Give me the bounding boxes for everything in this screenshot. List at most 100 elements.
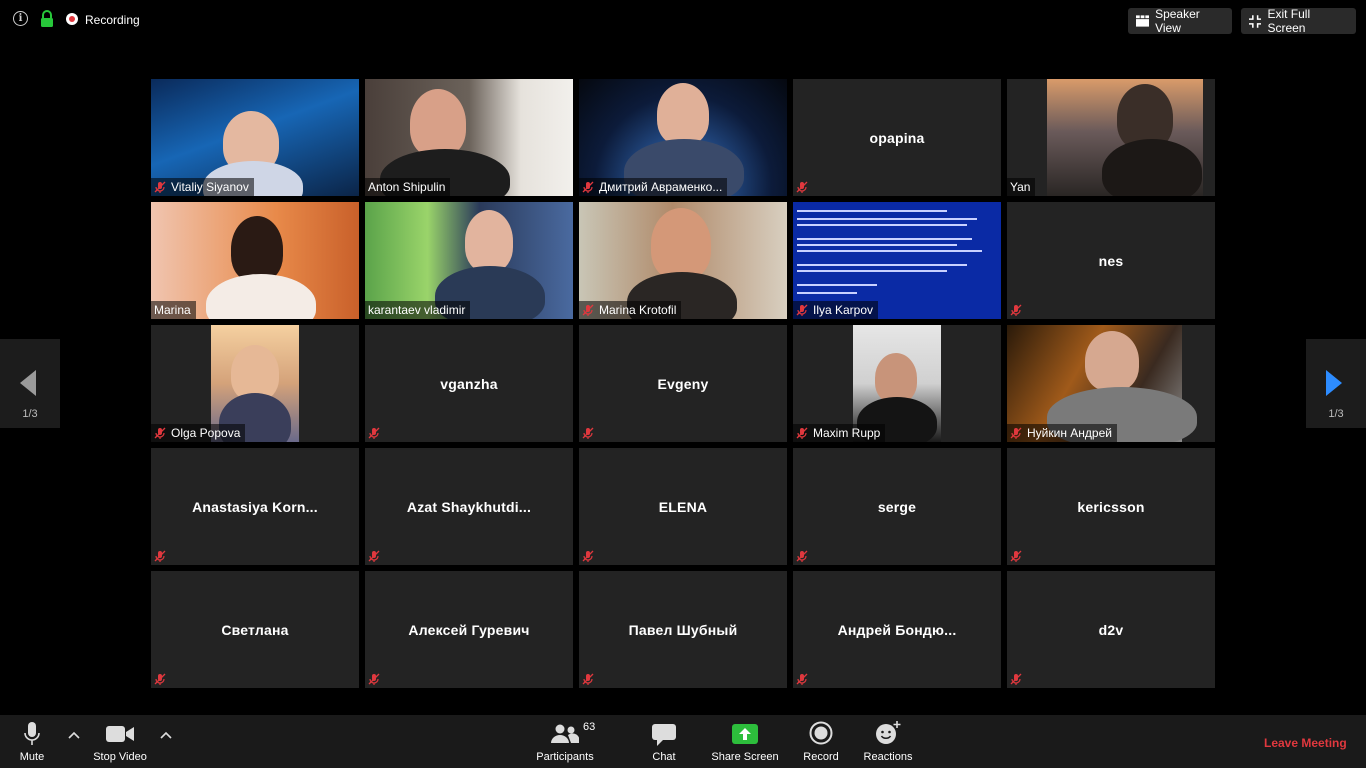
participants-label: Participants	[536, 751, 594, 763]
participant-tile[interactable]: Светлана	[151, 571, 359, 688]
mute-label: Mute	[19, 751, 45, 763]
reactions-button[interactable]: Reactions	[860, 715, 916, 768]
participant-name-label: Marina Krotofil	[579, 301, 682, 319]
participant-tile[interactable]: vganzha	[365, 325, 573, 442]
video-camera-icon	[106, 726, 134, 742]
exit-full-screen-button[interactable]: Exit Full Screen	[1241, 7, 1356, 35]
info-icon[interactable]: i	[13, 11, 28, 26]
muted-mic-icon	[796, 181, 808, 193]
participant-name: vganzha	[440, 375, 498, 392]
top-bar: i Recording Speaker View Exit Full Scree…	[0, 0, 1366, 40]
recording-icon	[66, 13, 78, 25]
muted-mic-icon	[154, 673, 166, 685]
previous-page-button[interactable]: 1/3	[0, 339, 60, 428]
participant-name: Azat Shaykhutdi...	[406, 498, 532, 515]
share-screen-button[interactable]: Share Screen	[708, 715, 782, 768]
participant-tile[interactable]: Андрей Бондю...	[793, 571, 1001, 688]
chevron-right-icon	[1326, 370, 1342, 396]
participant-name-label: Нуйкин Андрей	[1007, 424, 1117, 442]
participant-video	[1047, 79, 1203, 196]
muted-mic-icon	[582, 550, 594, 562]
participant-name-label: Olga Popova	[151, 424, 246, 442]
muted-mic-icon	[1010, 673, 1022, 685]
muted-mic-icon	[154, 550, 166, 562]
speaker-view-button[interactable]: Speaker View	[1128, 7, 1232, 35]
participant-tile[interactable]: kericsson	[1007, 448, 1215, 565]
participant-name: kericsson	[1077, 498, 1145, 515]
participant-name: serge	[877, 498, 917, 515]
participant-tile[interactable]: Marina Krotofil	[579, 202, 787, 319]
leave-meeting-button[interactable]: Leave Meeting	[1264, 736, 1347, 750]
participant-tile[interactable]: Vitaliy Siyanov	[151, 79, 359, 196]
participant-tile[interactable]: Ilya Karpov	[793, 202, 1001, 319]
stop-video-button[interactable]: Stop Video	[88, 715, 152, 768]
participant-name: Светлана	[221, 621, 289, 638]
participant-tile[interactable]: ELENA	[579, 448, 787, 565]
participant-name: Андрей Бондю...	[837, 621, 957, 638]
participant-tile[interactable]: Anton Shipulin	[365, 79, 573, 196]
participants-icon	[551, 724, 579, 743]
participant-name-label: Vitaliy Siyanov	[151, 178, 254, 196]
participant-name-label: Дмитрий Авраменко...	[579, 178, 728, 196]
participants-count-badge: 63	[583, 721, 596, 733]
muted-mic-icon	[368, 550, 380, 562]
lock-icon[interactable]	[40, 10, 54, 28]
participant-tile[interactable]: Алексей Гуревич	[365, 571, 573, 688]
share-screen-label: Share Screen	[711, 751, 779, 763]
muted-mic-icon	[796, 427, 808, 439]
muted-mic-icon	[1010, 550, 1022, 562]
participant-tile[interactable]: opapina	[793, 79, 1001, 196]
meeting-toolbar: Mute Stop Video Participants 63 Chat Sha…	[0, 715, 1366, 768]
participant-tile[interactable]: Yan	[1007, 79, 1215, 196]
participant-tile-active-speaker[interactable]: karantaev vladimir	[365, 202, 573, 319]
chevron-left-icon	[20, 370, 36, 396]
muted-mic-icon	[796, 673, 808, 685]
participant-name: Павел Шубный	[628, 621, 738, 638]
speaker-view-icon	[1136, 15, 1150, 27]
participant-name-label: Marina	[151, 301, 196, 319]
participant-tile[interactable]: nes	[1007, 202, 1215, 319]
next-page-button[interactable]: 1/3	[1306, 339, 1366, 428]
muted-mic-icon	[582, 427, 594, 439]
muted-mic-icon	[582, 673, 594, 685]
record-button[interactable]: Record	[798, 715, 844, 768]
muted-mic-icon	[796, 550, 808, 562]
muted-mic-icon	[1010, 304, 1022, 316]
muted-mic-icon	[368, 673, 380, 685]
record-icon	[809, 721, 833, 745]
exit-full-screen-icon	[1249, 14, 1262, 28]
participant-tile[interactable]: Olga Popova	[151, 325, 359, 442]
participant-name: Anastasiya Korn...	[192, 498, 318, 515]
participant-tile[interactable]: Дмитрий Авраменко...	[579, 79, 787, 196]
participant-name-label: Maxim Rupp	[793, 424, 886, 442]
participant-name: opapina	[869, 129, 925, 146]
share-screen-icon	[732, 724, 758, 744]
participant-tile[interactable]: Павел Шубный	[579, 571, 787, 688]
participant-name-label: karantaev vladimir	[365, 301, 471, 319]
chevron-up-icon[interactable]	[158, 727, 174, 743]
mute-button[interactable]: Mute	[10, 715, 54, 768]
chat-label: Chat	[652, 751, 676, 763]
participant-tile[interactable]: serge	[793, 448, 1001, 565]
participant-tile[interactable]: Marina	[151, 202, 359, 319]
participant-name-label: Anton Shipulin	[365, 178, 451, 196]
muted-mic-icon	[368, 427, 380, 439]
muted-mic-icon	[582, 181, 594, 193]
reactions-label: Reactions	[863, 751, 913, 763]
muted-mic-icon	[1010, 427, 1022, 439]
participant-name: Evgeny	[657, 375, 709, 392]
chat-button[interactable]: Chat	[640, 715, 688, 768]
participant-tile[interactable]: Azat Shaykhutdi...	[365, 448, 573, 565]
chevron-up-icon[interactable]	[66, 727, 82, 743]
page-indicator-right: 1/3	[1328, 408, 1344, 420]
participant-tile[interactable]: Maxim Rupp	[793, 325, 1001, 442]
participant-tile[interactable]: Нуйкин Андрей	[1007, 325, 1215, 442]
participant-name: Алексей Гуревич	[408, 621, 530, 638]
participant-tile[interactable]: Anastasiya Korn...	[151, 448, 359, 565]
muted-mic-icon	[154, 181, 166, 193]
participant-tile[interactable]: Evgeny	[579, 325, 787, 442]
participant-tile[interactable]: d2v	[1007, 571, 1215, 688]
microphone-icon	[24, 722, 40, 745]
stop-video-label: Stop Video	[93, 751, 147, 763]
speaker-view-label: Speaker View	[1155, 7, 1200, 35]
